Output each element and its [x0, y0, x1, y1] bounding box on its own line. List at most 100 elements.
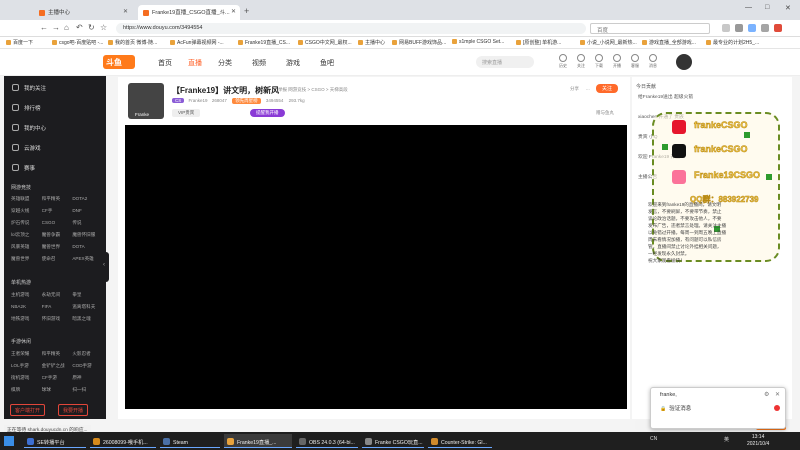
taskbar-item[interactable]: Counter-Strike: Gl...	[428, 434, 492, 448]
url-field[interactable]: https://www.douyu.com/3494554	[116, 23, 586, 34]
category-link[interactable]: 街机游戏	[11, 375, 42, 381]
bookmark-item[interactable]: CSGO中文网_最权...	[298, 39, 352, 46]
settings-icon[interactable]	[761, 24, 769, 32]
bookmark-item[interactable]: 主播中心	[358, 39, 385, 46]
category-link[interactable]: 永劫无间	[42, 292, 73, 298]
category-link[interactable]: 火影忍者	[72, 351, 103, 357]
category-link[interactable]: 棋牌	[11, 387, 42, 393]
sidebar-item-center[interactable]: 我的中心	[12, 124, 46, 132]
remind-button[interactable]: 提醒我开播	[250, 109, 285, 117]
weekly-star-badge[interactable]: 领先周星榜	[232, 98, 261, 104]
service-icon[interactable]: 客服	[630, 54, 640, 69]
category-link[interactable]: 原神	[72, 375, 103, 381]
category-link[interactable]: 球球	[42, 387, 73, 393]
category-link[interactable]: DNF	[72, 208, 103, 214]
taskbar-item[interactable]: SE转播平台	[24, 434, 86, 448]
category-link[interactable]: 逃离塔科夫	[72, 304, 103, 310]
category-link[interactable]: 英雄联盟	[11, 196, 42, 202]
category-link[interactable]: 金铲铲之战	[42, 363, 73, 369]
bookmark-item[interactable]: Franke19直播_CS...	[238, 39, 290, 46]
category-link[interactable]: 风暴英雄	[11, 244, 42, 250]
windows-start-icon[interactable]	[4, 436, 14, 446]
sidebar-item-following[interactable]: 我的关注	[12, 84, 46, 92]
category-link[interactable]: 和平精英	[42, 351, 73, 357]
taskbar-item[interactable]: Franke CSGO玩直...	[362, 434, 424, 448]
nav-live[interactable]: 直播	[188, 58, 202, 68]
sidebar-item-rank[interactable]: 排行榜	[12, 104, 41, 112]
category-link[interactable]: NBA2K	[11, 304, 42, 310]
forward-icon[interactable]: →	[52, 23, 60, 32]
category-link[interactable]: LOL手游	[11, 363, 42, 369]
new-tab-button[interactable]: +	[244, 6, 249, 16]
close-icon[interactable]: ✕	[775, 391, 780, 398]
message-icon[interactable]: 消息	[648, 54, 658, 69]
category-link[interactable]: COD手游	[72, 363, 103, 369]
bookmark-item[interactable]: AcFun弹幕视频网 -...	[170, 39, 224, 46]
category-link[interactable]: 怀旧游戏	[42, 316, 73, 322]
more-icon[interactable]: ...	[586, 86, 590, 91]
reload-icon[interactable]: ↻	[88, 23, 95, 32]
maximize-button[interactable]: □	[765, 4, 769, 11]
start-broadcast-button[interactable]: 我要开播	[58, 404, 89, 416]
game-tag[interactable]: CS	[172, 98, 185, 103]
broadcast-icon[interactable]: 开播	[612, 54, 622, 69]
category-link[interactable]: 使命召	[42, 256, 73, 262]
category-link[interactable]: 主机游戏	[11, 292, 42, 298]
site-search-input[interactable]: 搜索直播	[476, 56, 534, 68]
nav-video[interactable]: 视频	[252, 58, 266, 68]
gear-icon[interactable]: ⚙	[764, 391, 769, 398]
notify-icon[interactable]	[774, 24, 782, 32]
input-lang[interactable]: CN	[650, 436, 657, 442]
category-link[interactable]: 魔兽世界	[42, 244, 73, 250]
category-link[interactable]: 王者荣耀	[11, 351, 42, 357]
menu-icon[interactable]	[735, 24, 743, 32]
follow-icon[interactable]: 关注	[576, 54, 586, 69]
sidebar-item-cloud-game[interactable]: 云游戏	[12, 144, 41, 152]
category-link[interactable]: APEX英雄	[72, 256, 103, 262]
douyu-logo[interactable]: 斗鱼	[103, 55, 135, 69]
category-link[interactable]: 传说	[72, 220, 103, 226]
category-link[interactable]: DOTA2	[72, 196, 103, 202]
close-window-button[interactable]: ✕	[785, 4, 791, 12]
category-link[interactable]: 魔兽世界	[11, 256, 42, 262]
category-link[interactable]: CF手游	[42, 375, 73, 381]
nav-fishbar[interactable]: 鱼吧	[320, 58, 334, 68]
category-link[interactable]: 魔兽怀旧服	[72, 232, 103, 238]
bookmark-item[interactable]: 最专业的计划2H5_...	[706, 39, 759, 46]
open-client-button[interactable]: 客户端打开	[10, 404, 46, 416]
bookmark-item[interactable]: csgo吧-百度贴吧 -...	[52, 39, 103, 46]
category-link[interactable]: CSGO	[42, 220, 73, 226]
close-tab-icon[interactable]: ✕	[231, 8, 236, 15]
category-link[interactable]: DOTA	[72, 244, 103, 250]
report-link[interactable]: 赠与鱼丸	[596, 110, 614, 116]
sidebar-item-events[interactable]: 赛事	[12, 164, 35, 172]
nav-category[interactable]: 分类	[218, 58, 232, 68]
star-icon[interactable]: ☆	[100, 23, 107, 32]
nav-games[interactable]: 游戏	[286, 58, 300, 68]
nav-home[interactable]: 首页	[158, 58, 172, 68]
undo-icon[interactable]: ↶	[76, 23, 83, 32]
close-tab-icon[interactable]: ✕	[123, 8, 128, 15]
follow-button[interactable]: 关注	[596, 84, 619, 93]
avatar[interactable]	[676, 54, 692, 70]
contribution-tab[interactable]: 今日贡献	[636, 83, 656, 90]
category-link[interactable]: 拳皇	[72, 292, 103, 298]
bookmark-item[interactable]: 小说_小说网_最新热...	[580, 39, 637, 46]
taskbar-item[interactable]: Steam	[160, 434, 220, 448]
ime-indicator[interactable]: 英	[724, 436, 729, 443]
download-icon[interactable]: 下载	[594, 54, 604, 69]
bookmark-item[interactable]: 网易BUFF游戏饰品...	[392, 39, 446, 46]
category-link[interactable]: 和平精英	[42, 196, 73, 202]
back-icon[interactable]: ←	[40, 23, 48, 32]
taskbar-item[interactable]: Franke19直播_...	[224, 434, 292, 448]
category-link[interactable]: 地铁游戏	[11, 316, 42, 322]
bookmark-item[interactable]: 游戏直播_全部游戏...	[642, 39, 696, 46]
popup-body[interactable]: 验证消息	[660, 404, 691, 412]
room-category[interactable]: 举报 网游竞技 > CSGO > 天梯高段	[278, 87, 348, 93]
vip-button[interactable]: VIP贵宾	[172, 109, 201, 117]
category-link[interactable]: CF手	[42, 208, 73, 214]
bookmark-item[interactable]: [原创整] 单机游...	[516, 39, 561, 46]
user-icon[interactable]	[748, 24, 756, 32]
tab-franke-stream[interactable]: Franke19直播_CSGO直播_斗... ✕	[138, 5, 240, 20]
history-icon[interactable]: 历史	[558, 54, 568, 69]
